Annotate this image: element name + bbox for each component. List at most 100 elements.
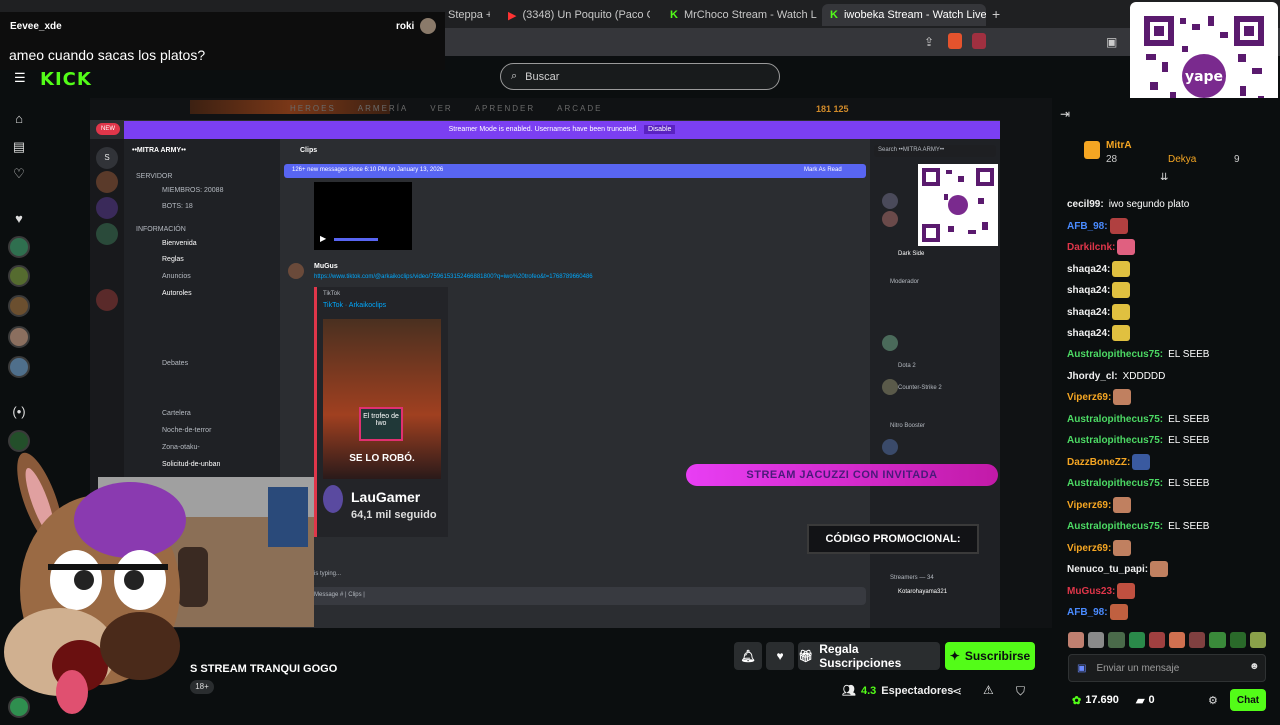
- chat-username[interactable]: shaqa24:: [1067, 264, 1110, 275]
- channel-points[interactable]: ✿ 17.690: [1072, 694, 1119, 707]
- browser-tab-active[interactable]: Kiwobeka Stream - Watch Live on✕: [822, 4, 986, 26]
- message-author[interactable]: MuGus: [314, 263, 338, 270]
- channel-item[interactable]: Debates: [162, 360, 188, 367]
- video-embed[interactable]: ▶: [314, 182, 412, 250]
- member-name[interactable]: Kotarohayama321: [898, 589, 947, 595]
- new-tab-button[interactable]: +: [992, 6, 1000, 22]
- video-seekbar[interactable]: [334, 238, 378, 241]
- stream-chat-overlay: Eevee_xde roki ameo cuando sacas los pla…: [0, 12, 445, 70]
- emote-icon[interactable]: [1249, 632, 1267, 648]
- follow-button[interactable]: ♥: [766, 642, 794, 670]
- channel-item[interactable]: Bienvenida: [162, 240, 197, 247]
- server-icon[interactable]: [96, 197, 118, 219]
- server-name[interactable]: ••MITRA ARMY••: [132, 147, 186, 154]
- server-icon[interactable]: S: [96, 147, 118, 169]
- chat-username[interactable]: shaqa24:: [1067, 285, 1110, 296]
- home-icon[interactable]: ⌂: [10, 110, 28, 128]
- message-link[interactable]: https://www.tiktok.com/@arkaikoclips/vid…: [314, 274, 593, 280]
- kick-logo[interactable]: KICK: [40, 69, 92, 90]
- disable-button[interactable]: Disable: [644, 125, 676, 134]
- chat-username[interactable]: Viperz69:: [1067, 500, 1111, 511]
- following-heart-icon[interactable]: ♥: [10, 210, 28, 228]
- member-name[interactable]: Dark Side: [898, 251, 924, 257]
- sidebar-icon[interactable]: ▣: [1106, 35, 1117, 49]
- channel-item[interactable]: Cartelera: [162, 410, 191, 417]
- chat-username[interactable]: AFB_98:: [1067, 607, 1108, 618]
- chat-username[interactable]: shaqa24:: [1067, 307, 1110, 318]
- pin-icon[interactable]: ⇊: [1160, 172, 1168, 183]
- rewards-icon[interactable]: [972, 33, 986, 49]
- avatar[interactable]: [8, 326, 30, 348]
- emote-icon[interactable]: [1088, 632, 1105, 648]
- browser-tab[interactable]: Steppa +: [440, 4, 490, 26]
- avatar[interactable]: [8, 356, 30, 378]
- channel-item[interactable]: Autoroles: [162, 290, 192, 297]
- gift-subs-button[interactable]: 🎁︎ Regala Suscripciones: [798, 642, 940, 670]
- emote-icon[interactable]: [1108, 632, 1125, 648]
- discord-search-input[interactable]: Search ••MITRA ARMY••: [874, 145, 996, 157]
- settings-icon[interactable]: ⚙: [1208, 694, 1218, 707]
- kicks-balance[interactable]: ▰ 0: [1136, 694, 1155, 707]
- chat-username[interactable]: Viperz69:: [1067, 392, 1111, 403]
- tiktok-thumbnail[interactable]: El trofeo de Iwo SE LO ROBÓ.: [323, 319, 441, 479]
- emote-icon[interactable]: [1128, 632, 1145, 648]
- share-icon[interactable]: ⋖: [952, 684, 962, 698]
- channel-category: INFORMACIÓN: [136, 226, 186, 233]
- avatar[interactable]: [8, 265, 30, 287]
- channel-item[interactable]: Anuncios: [162, 273, 191, 280]
- avatar: [420, 18, 436, 34]
- search-input[interactable]: ⌕ Buscar: [500, 63, 780, 90]
- server-icon[interactable]: [96, 289, 118, 311]
- profile-icon[interactable]: ⛉: [1016, 684, 1025, 699]
- chat-send-button[interactable]: Chat: [1230, 689, 1266, 711]
- avatar[interactable]: [8, 295, 30, 317]
- broadcast-icon[interactable]: (•): [10, 403, 28, 421]
- emote-icon[interactable]: [1209, 632, 1226, 648]
- emote-icon[interactable]: [1148, 632, 1166, 648]
- browse-icon[interactable]: ▤: [10, 138, 28, 156]
- menu-icon[interactable]: ☰: [14, 70, 26, 86]
- tab-label: Steppa +: [448, 9, 490, 21]
- chat-username[interactable]: AFB_98:: [1067, 221, 1108, 232]
- channel-item[interactable]: Noche-de-terror: [162, 427, 211, 434]
- chat-username[interactable]: Australopithecus75:: [1067, 349, 1163, 360]
- chat-username[interactable]: Nenuco_tu_papi:: [1067, 564, 1148, 575]
- chat-username[interactable]: Darkilcnk:: [1067, 242, 1115, 253]
- server-icon[interactable]: [96, 223, 118, 245]
- mark-read-button[interactable]: Mark As Read: [804, 167, 842, 173]
- avatar[interactable]: [8, 236, 30, 258]
- play-icon[interactable]: ▶: [320, 234, 326, 243]
- chat-input[interactable]: ▣ Enviar un mensaje ☻: [1068, 654, 1266, 682]
- message-composer[interactable]: Message # | Clips |: [306, 587, 866, 605]
- embed-title[interactable]: TikTok · Arkaikoclips: [323, 302, 386, 309]
- subscribe-button[interactable]: ✦ Suscribirse: [945, 642, 1035, 670]
- emoji-icon[interactable]: ☻: [1249, 661, 1260, 672]
- channel-item[interactable]: Reglas: [162, 256, 184, 263]
- new-messages-bar[interactable]: 126+ new messages since 6:10 PM on Janua…: [284, 164, 866, 178]
- chat-username[interactable]: shaqa24:: [1067, 328, 1110, 339]
- browser-tab[interactable]: K MrChoco Stream - Watch Live on: [662, 4, 817, 26]
- tiktok-embed[interactable]: TikTok TikTok · Arkaikoclips El trofeo d…: [314, 287, 448, 537]
- share-icon[interactable]: ⇪: [924, 35, 934, 49]
- warning-icon[interactable]: ⚠: [983, 683, 994, 697]
- avatar: [882, 211, 898, 227]
- chat-username[interactable]: DazzBoneZZ:: [1067, 457, 1130, 468]
- emote-icon[interactable]: [1189, 632, 1206, 648]
- chat-username[interactable]: cecil99:: [1067, 199, 1104, 210]
- emote-icon[interactable]: [1068, 632, 1085, 648]
- browser-tab[interactable]: ▶ (3348) Un Poquito (Paco Osuna Rem: [500, 4, 650, 26]
- emote-icon[interactable]: [1229, 632, 1246, 648]
- chat-username[interactable]: Australopithecus75:: [1067, 435, 1163, 446]
- chat-username[interactable]: Australopithecus75:: [1067, 414, 1163, 425]
- collapse-icon[interactable]: ⇥: [1060, 107, 1070, 121]
- heart-icon[interactable]: ♡: [10, 165, 28, 183]
- chat-username[interactable]: Jhordy_cl:: [1067, 371, 1118, 382]
- chat-username[interactable]: Australopithecus75:: [1067, 478, 1163, 489]
- chat-username[interactable]: MuGus23:: [1067, 586, 1115, 597]
- chat-username[interactable]: Australopithecus75:: [1067, 521, 1163, 532]
- chat-username[interactable]: Viperz69:: [1067, 543, 1111, 554]
- brave-shield-icon[interactable]: [948, 33, 962, 49]
- server-icon[interactable]: [96, 171, 118, 193]
- emote-icon[interactable]: [1169, 632, 1186, 648]
- notification-button[interactable]: 🔔︎: [734, 642, 762, 670]
